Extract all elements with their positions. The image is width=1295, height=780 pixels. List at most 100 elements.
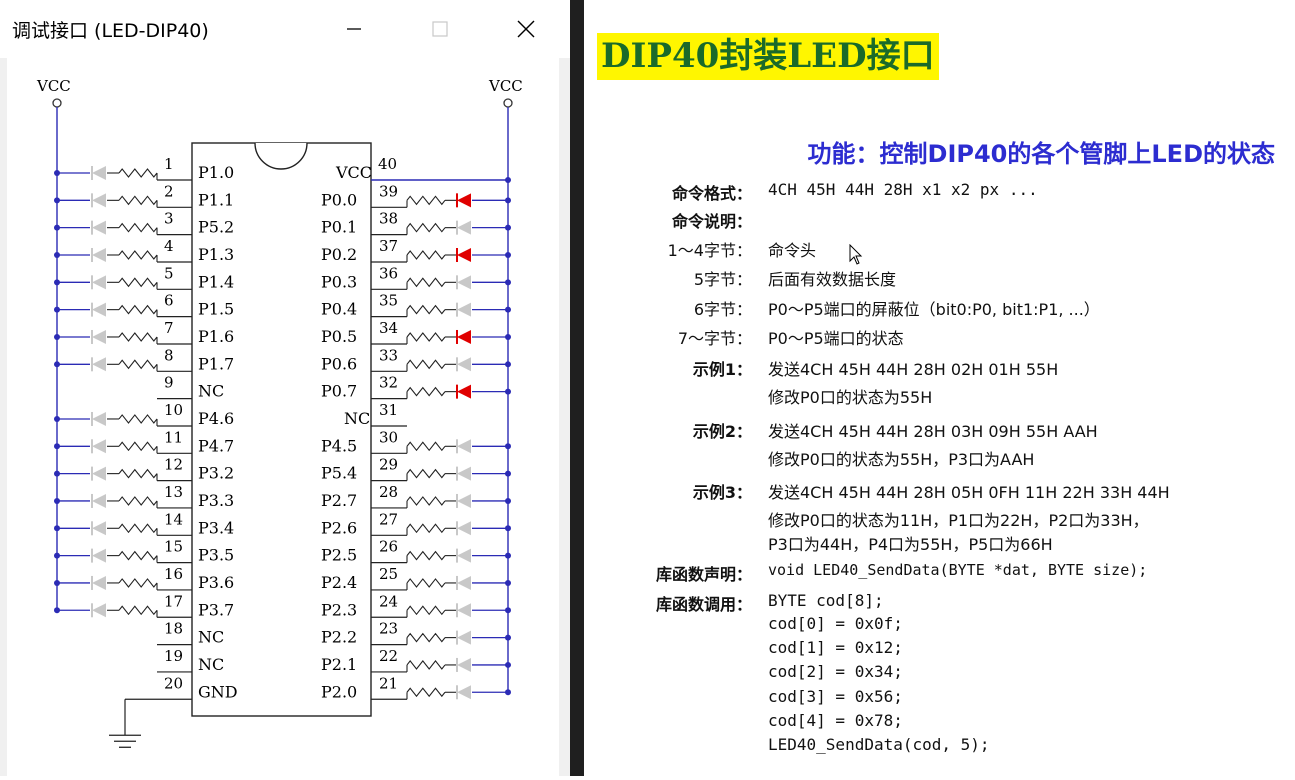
bus-junction xyxy=(54,579,60,586)
resistor xyxy=(406,632,446,643)
document-panel: DIP40封装LED接口 功能：控制DIP40的各个管脚上LED的状态 命令格式… xyxy=(584,0,1295,776)
close-button[interactable] xyxy=(504,8,548,48)
led-indicator-body xyxy=(92,493,106,508)
example2-label: 示例2： xyxy=(692,422,752,441)
pin-name: P0.2 xyxy=(321,245,357,264)
resistor xyxy=(118,195,158,206)
bus-junction xyxy=(505,525,511,532)
pin-number: 32 xyxy=(379,374,398,392)
led-indicator-body xyxy=(457,493,471,508)
bus-junction xyxy=(505,197,511,204)
call-label: 库函数调用： xyxy=(655,595,752,614)
vcc-label-right: VCC xyxy=(488,77,523,95)
byte-value: P0～P5端口的屏蔽位（bit0:P0, bit1:P1, ...） xyxy=(768,300,1100,319)
pin-number: 34 xyxy=(379,319,398,337)
pin-name: P1.3 xyxy=(198,245,234,264)
pin-number: 10 xyxy=(164,401,183,419)
bus-junction xyxy=(54,443,60,450)
led-indicator xyxy=(91,357,106,372)
minimize-button[interactable] xyxy=(332,8,376,48)
pin-name: P1.7 xyxy=(198,354,234,373)
led-on-indicator-body xyxy=(457,247,471,262)
resistor xyxy=(118,468,158,479)
bus-junction xyxy=(505,224,511,231)
example3-label: 示例3： xyxy=(692,483,752,502)
led-indicator-body xyxy=(92,166,106,180)
bus-junction xyxy=(505,443,511,450)
pin-number: 9 xyxy=(164,374,174,392)
led-indicator-body xyxy=(457,685,471,700)
pin-number: 22 xyxy=(379,647,398,665)
pin-number: 27 xyxy=(379,510,398,528)
led-indicator xyxy=(91,493,106,508)
led-on-indicator xyxy=(456,329,471,344)
led-indicator xyxy=(456,275,471,290)
pin-name: P2.3 xyxy=(321,600,357,619)
pin-number: 29 xyxy=(379,456,398,474)
resistor xyxy=(118,168,158,178)
pin-name: P2.5 xyxy=(321,546,357,565)
resistor xyxy=(406,386,446,397)
bus-junction xyxy=(505,607,511,614)
led-indicator xyxy=(91,220,106,235)
pin-number: 2 xyxy=(164,182,174,200)
pin-name: P1.1 xyxy=(198,190,234,209)
led-indicator-body xyxy=(457,521,471,536)
led-indicator-body xyxy=(92,329,106,344)
debug-window: 调试接口 (LED-DIP40) VCC VCC 1 P1.0 2 P1.1 3 P5.2 4 P… xyxy=(0,0,570,776)
led-indicator xyxy=(91,193,106,208)
resistor xyxy=(406,359,446,370)
pin-name: NC xyxy=(198,628,224,647)
bus-junction xyxy=(505,689,511,696)
resistor xyxy=(118,332,158,342)
window-title: 调试接口 (LED-DIP40) xyxy=(12,20,209,42)
pin-number: 37 xyxy=(379,237,398,255)
led-indicator-body xyxy=(92,302,106,317)
pin-number: 15 xyxy=(164,538,183,556)
pin-number: 8 xyxy=(164,346,174,364)
close-icon xyxy=(517,20,535,38)
title-bar: 调试接口 (LED-DIP40) xyxy=(0,0,570,58)
resistor xyxy=(406,441,446,452)
led-indicator xyxy=(91,166,106,180)
bus-junction xyxy=(505,361,511,368)
led-indicator-body xyxy=(457,466,471,481)
resistor xyxy=(406,468,446,479)
pin-name: P2.0 xyxy=(321,682,357,701)
cmd-desc-label: 命令说明： xyxy=(671,212,752,231)
pin-number: 19 xyxy=(164,647,183,665)
vcc-terminal-left xyxy=(52,98,62,108)
bus-junction xyxy=(54,279,60,286)
pin-number: 25 xyxy=(379,565,398,583)
bus-junction xyxy=(54,251,60,258)
call-line: cod[4] = 0x78; xyxy=(768,711,903,730)
led-indicator-body xyxy=(457,275,471,290)
pin-number: 4 xyxy=(164,237,174,255)
bus-junction xyxy=(505,177,511,183)
bus-junction xyxy=(505,279,511,286)
pin-number: 11 xyxy=(164,428,183,446)
led-indicator xyxy=(456,439,471,454)
pin-number: 39 xyxy=(379,182,398,200)
pin-number: 16 xyxy=(164,565,183,583)
pin-name: P2.6 xyxy=(321,518,357,537)
maximize-button[interactable] xyxy=(418,8,462,48)
led-on-indicator-body xyxy=(457,193,471,208)
resistor xyxy=(406,550,446,561)
bus-junction xyxy=(54,333,60,340)
cmd-format-label: 命令格式： xyxy=(671,184,752,203)
led-indicator-body xyxy=(92,247,106,262)
call-line: cod[3] = 0x56; xyxy=(768,687,903,706)
example2-line2: 修改P0口的状态为55H，P3口为AAH xyxy=(768,450,1035,469)
pin-name: P1.0 xyxy=(198,163,234,182)
pin-name: P2.4 xyxy=(321,573,357,592)
bus-junction xyxy=(505,306,511,313)
bus-junction xyxy=(54,170,60,176)
led-indicator xyxy=(456,466,471,481)
led-on-indicator xyxy=(456,247,471,262)
example3-line2: 修改P0口的状态为11H，P1口为22H，P2口为33H， xyxy=(768,511,1149,530)
led-indicator xyxy=(91,548,106,563)
example3-line3: P3口为44H，P4口为55H，P5口为66H xyxy=(768,535,1053,554)
mouse-cursor-icon xyxy=(849,244,863,265)
bus-junction xyxy=(54,497,60,504)
